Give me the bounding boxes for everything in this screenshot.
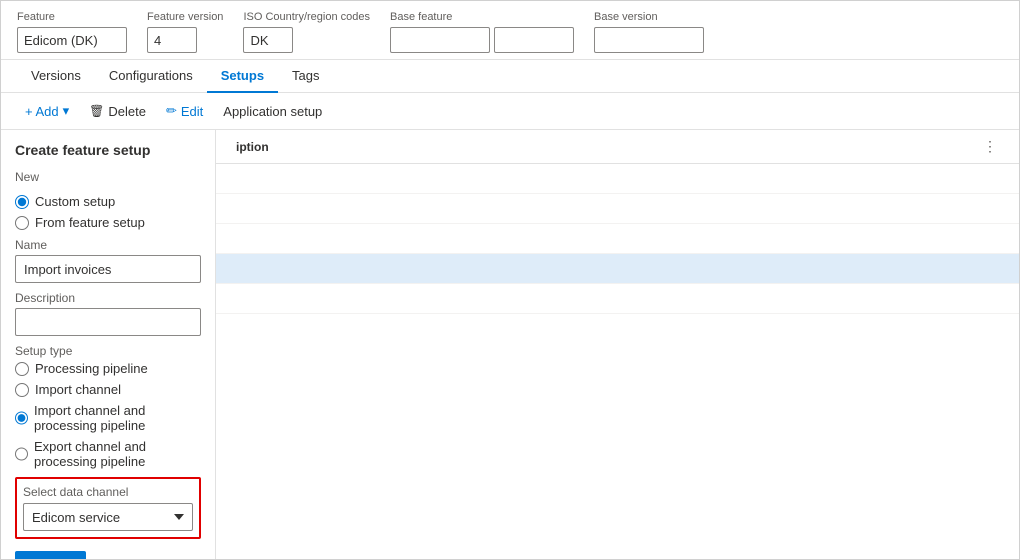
new-radio-group: Custom setup From feature setup bbox=[15, 194, 201, 230]
radio-from-feature[interactable]: From feature setup bbox=[15, 215, 201, 230]
panel-title: Create feature setup bbox=[15, 142, 201, 158]
header-fields: Feature Feature version ISO Country/regi… bbox=[17, 11, 1003, 53]
delete-button[interactable]: 🗑 Delete bbox=[81, 100, 154, 123]
radio-export-channel-processing-label: Export channel and processing pipeline bbox=[34, 439, 201, 469]
add-label: + Add bbox=[25, 104, 59, 119]
iso-label: ISO Country/region codes bbox=[243, 11, 370, 23]
table-row[interactable] bbox=[216, 284, 1019, 314]
description-label: Description bbox=[15, 291, 201, 305]
feature-label: Feature bbox=[17, 11, 127, 23]
new-label: New bbox=[15, 170, 201, 184]
more-options-icon[interactable]: ⋮ bbox=[983, 138, 1007, 155]
app-container: Feature Feature version ISO Country/regi… bbox=[0, 0, 1020, 560]
radio-import-channel-processing-label: Import channel and processing pipeline bbox=[34, 403, 201, 433]
description-input[interactable] bbox=[15, 308, 201, 336]
base-feature-label: Base feature bbox=[390, 11, 574, 23]
tab-configurations[interactable]: Configurations bbox=[95, 60, 207, 93]
table-container: iption ⋮ bbox=[216, 130, 1019, 559]
radio-export-channel-processing-input[interactable] bbox=[15, 447, 28, 461]
name-field: Name bbox=[15, 238, 201, 283]
table-row[interactable] bbox=[216, 224, 1019, 254]
table-row[interactable] bbox=[216, 164, 1019, 194]
base-feature-input[interactable] bbox=[390, 27, 490, 53]
header: Feature Feature version ISO Country/regi… bbox=[1, 1, 1019, 60]
create-button[interactable]: Create bbox=[15, 551, 86, 559]
feature-field-group: Feature bbox=[17, 11, 127, 53]
description-field: Description bbox=[15, 291, 201, 336]
radio-import-channel-processing-input[interactable] bbox=[15, 411, 28, 425]
radio-import-channel-processing[interactable]: Import channel and processing pipeline bbox=[15, 403, 201, 433]
radio-from-feature-label: From feature setup bbox=[35, 215, 145, 230]
iso-field-group: ISO Country/region codes bbox=[243, 11, 370, 53]
select-data-channel-box: Select data channel Edicom service Other… bbox=[15, 477, 201, 539]
select-data-channel-label: Select data channel bbox=[23, 485, 193, 499]
feature-input[interactable] bbox=[17, 27, 127, 53]
chevron-down-icon: ▾ bbox=[63, 103, 70, 119]
radio-import-channel[interactable]: Import channel bbox=[15, 382, 201, 397]
base-feature-field-group: Base feature bbox=[390, 11, 574, 53]
setup-type-label: Setup type bbox=[15, 344, 201, 358]
radio-import-channel-label: Import channel bbox=[35, 382, 121, 397]
feature-version-label: Feature version bbox=[147, 11, 223, 23]
base-feature-input2[interactable] bbox=[494, 27, 574, 53]
base-version-label: Base version bbox=[594, 11, 704, 23]
iso-input[interactable] bbox=[243, 27, 293, 53]
table-row-selected[interactable] bbox=[216, 254, 1019, 284]
right-panel: iption ⋮ bbox=[216, 130, 1019, 559]
add-button[interactable]: + Add ▾ bbox=[17, 99, 77, 123]
app-setup-label: Application setup bbox=[223, 104, 322, 119]
radio-export-channel-processing[interactable]: Export channel and processing pipeline bbox=[15, 439, 201, 469]
name-label: Name bbox=[15, 238, 201, 252]
tab-setups[interactable]: Setups bbox=[207, 60, 278, 93]
radio-import-channel-input[interactable] bbox=[15, 383, 29, 397]
radio-custom-input[interactable] bbox=[15, 195, 29, 209]
table-rows bbox=[216, 164, 1019, 314]
left-panel: Create feature setup New Custom setup Fr… bbox=[1, 130, 216, 559]
toolbar: + Add ▾ 🗑 Delete ✏ Edit Application setu… bbox=[1, 93, 1019, 130]
base-version-field-group: Base version bbox=[594, 11, 704, 53]
tab-tags[interactable]: Tags bbox=[278, 60, 333, 93]
feature-version-field-group: Feature version bbox=[147, 11, 223, 53]
base-version-input[interactable] bbox=[594, 27, 704, 53]
edit-icon: ✏ bbox=[166, 103, 177, 119]
nav-tabs: Versions Configurations Setups Tags bbox=[1, 60, 1019, 93]
table-header: iption ⋮ bbox=[216, 130, 1019, 164]
col-description: iption bbox=[228, 140, 983, 154]
edit-label: Edit bbox=[181, 104, 203, 119]
feature-version-input[interactable] bbox=[147, 27, 197, 53]
radio-processing-input[interactable] bbox=[15, 362, 29, 376]
radio-from-feature-input[interactable] bbox=[15, 216, 29, 230]
table-row[interactable] bbox=[216, 194, 1019, 224]
edit-button[interactable]: ✏ Edit bbox=[158, 99, 211, 123]
radio-processing-label: Processing pipeline bbox=[35, 361, 148, 376]
delete-label: Delete bbox=[108, 104, 146, 119]
setup-type-field: Setup type Processing pipeline Import ch… bbox=[15, 344, 201, 469]
radio-processing-pipeline[interactable]: Processing pipeline bbox=[15, 361, 201, 376]
delete-icon: 🗑 bbox=[89, 104, 104, 118]
main-content: Create feature setup New Custom setup Fr… bbox=[1, 130, 1019, 559]
name-input[interactable] bbox=[15, 255, 201, 283]
setup-type-group: Processing pipeline Import channel Impor… bbox=[15, 361, 201, 469]
select-data-channel-dropdown[interactable]: Edicom service Other service bbox=[23, 503, 193, 531]
tab-versions[interactable]: Versions bbox=[17, 60, 95, 93]
radio-custom-label: Custom setup bbox=[35, 194, 115, 209]
app-setup-button[interactable]: Application setup bbox=[215, 100, 330, 123]
radio-custom-setup[interactable]: Custom setup bbox=[15, 194, 201, 209]
